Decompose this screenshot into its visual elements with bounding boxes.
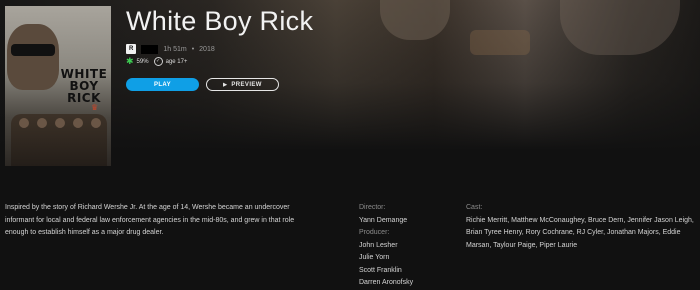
movie-meta: R 1h 51m • 2018	[126, 43, 215, 55]
cast-list[interactable]: Richie Merritt, Matthew McConaughey, Bru…	[466, 215, 698, 253]
runtime: 1h 51m	[163, 45, 187, 53]
score-value: 59%	[136, 58, 149, 65]
backdrop-figure	[380, 0, 450, 40]
play-button[interactable]: PLAY	[126, 78, 199, 91]
check-circle-icon: ✓	[153, 57, 163, 66]
producer-name[interactable]: John Lesher	[359, 240, 454, 253]
synopsis: Inspired by the story of Richard Wershe …	[5, 204, 295, 236]
movie-title: White Boy Rick	[126, 6, 314, 36]
play-triangle-icon: ▶	[223, 81, 228, 88]
producer-name[interactable]: Scott Franklin	[359, 265, 454, 278]
meta-separator: •	[191, 45, 195, 53]
splat-icon: ✱	[126, 56, 134, 66]
scores-row: ✱ 59% ✓ age 17+	[126, 57, 187, 66]
crown-icon: ♛	[91, 103, 99, 112]
cast-column: Cast: Richie Merritt, Matthew McConaughe…	[466, 202, 698, 252]
poster-title-line: RICK	[67, 91, 101, 105]
producer-label: Producer:	[359, 229, 390, 236]
rating-badge: R	[126, 44, 137, 54]
producer-name[interactable]: Darren Aronofsky	[359, 277, 454, 290]
year: 2018	[199, 45, 215, 53]
cast-label: Cast:	[466, 204, 483, 211]
director-label: Director:	[359, 204, 386, 211]
poster-sunglasses	[11, 44, 55, 56]
backdrop-figure	[470, 30, 530, 55]
poster-group	[11, 114, 107, 166]
play-button-label: PLAY	[153, 81, 172, 88]
movie-poster[interactable]: WHITE BOY RICK ♛	[5, 6, 111, 166]
age-rating: age 17+	[165, 58, 188, 65]
poster-title: WHITE BOY RICK	[59, 68, 109, 104]
backdrop-figure	[560, 0, 680, 55]
redacted-block	[141, 44, 159, 54]
preview-button-label: PREVIEW	[231, 81, 262, 88]
director-name[interactable]: Yann Demange	[359, 215, 454, 228]
poster-face	[7, 24, 59, 90]
preview-button[interactable]: ▶ PREVIEW	[206, 78, 279, 91]
producer-name[interactable]: Julie Yorn	[359, 252, 454, 265]
crew-column: Director: Yann Demange Producer: John Le…	[359, 202, 454, 290]
